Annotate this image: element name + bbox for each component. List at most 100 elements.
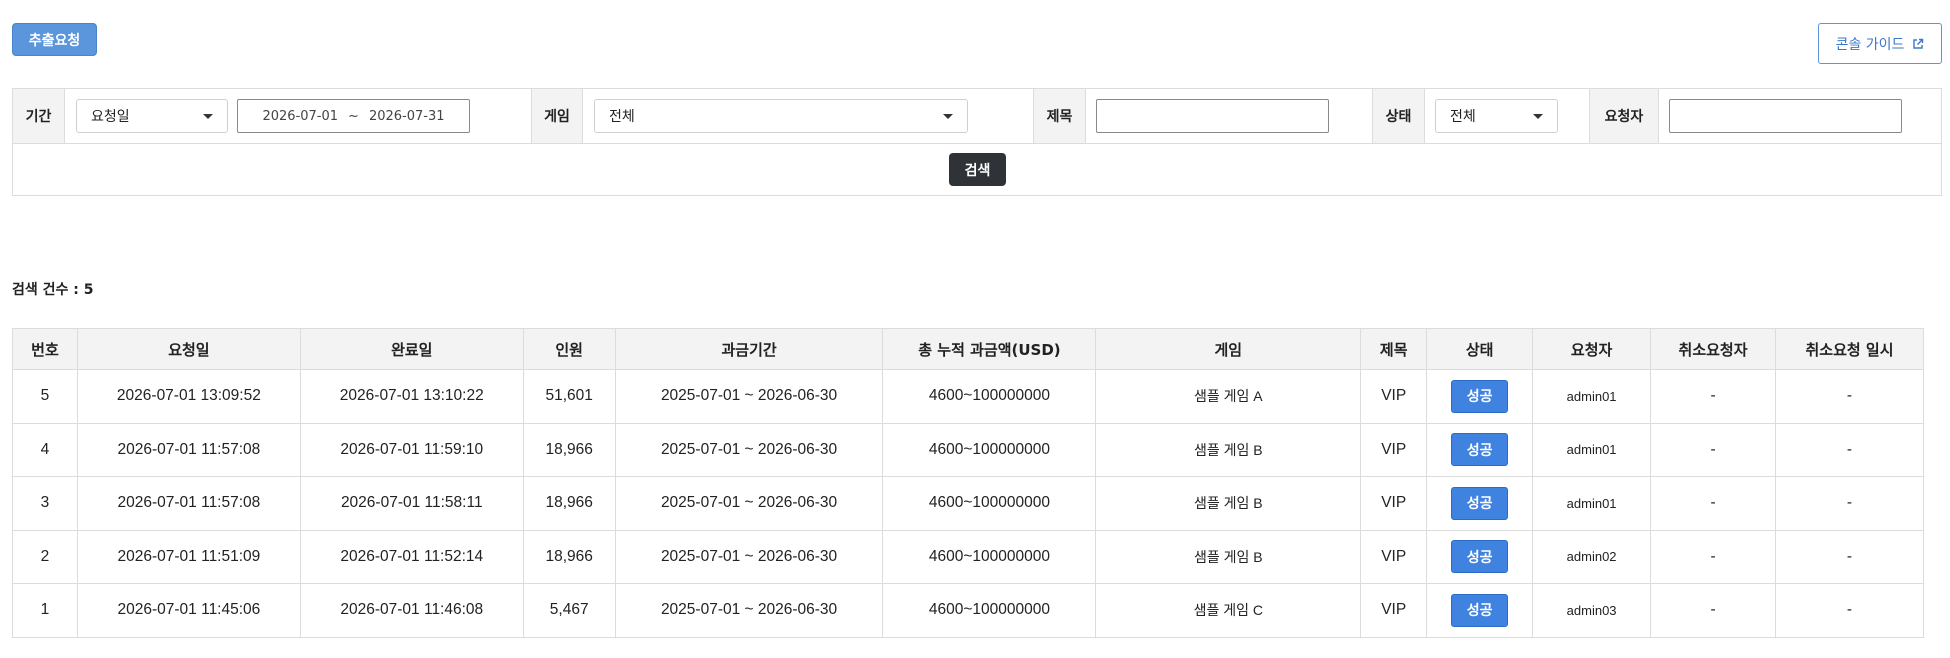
results-table: 번호 요청일 완료일 인원 과금기간 총 누적 과금액(USD) 게임 제목 상…: [12, 328, 1925, 638]
cell-amount: 4600~100000000: [882, 476, 1097, 531]
column-header-title[interactable]: 제목: [1360, 328, 1428, 370]
status-success-button[interactable]: 성공: [1451, 433, 1509, 467]
cell-period: 2025-07-01 ~ 2026-06-30: [614, 476, 884, 531]
cell-count: 51,601: [522, 369, 616, 424]
chevron-down-icon: [943, 114, 953, 119]
cell-status: 성공: [1426, 422, 1534, 477]
status-success-button[interactable]: 성공: [1451, 486, 1509, 520]
cell-cancel-by: -: [1650, 476, 1776, 531]
chevron-down-icon: [1533, 114, 1543, 119]
column-header-requested[interactable]: 요청일: [76, 328, 301, 370]
cell-count: 18,966: [522, 529, 616, 584]
external-link-icon: [1913, 38, 1924, 49]
cell-period: 2025-07-01 ~ 2026-06-30: [614, 422, 884, 477]
cell-cancel-at: -: [1774, 369, 1925, 424]
cell-requester: admin01: [1532, 476, 1652, 531]
cell-no: 1: [12, 583, 78, 638]
table-row[interactable]: 1 2026-07-01 11:45:06 2026-07-01 11:46:0…: [12, 583, 1925, 638]
cell-status: 성공: [1426, 476, 1534, 531]
cell-cancel-at: -: [1774, 422, 1925, 477]
cell-game: 샘플 게임 C: [1095, 583, 1362, 638]
cell-cancel-at: -: [1774, 476, 1925, 531]
table-row[interactable]: 3 2026-07-01 11:57:08 2026-07-01 11:58:1…: [12, 476, 1925, 531]
column-header-status[interactable]: 상태: [1426, 328, 1534, 370]
status-success-button[interactable]: 성공: [1451, 593, 1509, 627]
search-filter-panel: 기간 요청일 2026-07-01 ~ 2026-07-31 게임 전체 제목 …: [12, 88, 1942, 196]
cell-completed: 2026-07-01 11:46:08: [299, 583, 524, 638]
requester-input[interactable]: [1669, 99, 1902, 133]
cell-requester: admin02: [1532, 529, 1652, 584]
date-from: 2026-07-01: [262, 108, 339, 124]
table-row[interactable]: 5 2026-07-01 13:09:52 2026-07-01 13:10:2…: [12, 369, 1925, 424]
extract-request-button[interactable]: 추출요청: [12, 23, 97, 56]
game-label: 게임: [531, 89, 583, 143]
cell-no: 3: [12, 476, 78, 531]
cell-count: 18,966: [522, 422, 616, 477]
cell-title: VIP: [1360, 583, 1428, 638]
table-header-row: 번호 요청일 완료일 인원 과금기간 총 누적 과금액(USD) 게임 제목 상…: [12, 328, 1925, 370]
table-row[interactable]: 4 2026-07-01 11:57:08 2026-07-01 11:59:1…: [12, 422, 1925, 477]
status-select-value: 전체: [1450, 109, 1476, 125]
cell-completed: 2026-07-01 11:58:11: [299, 476, 524, 531]
requester-label: 요청자: [1589, 89, 1659, 143]
cell-game: 샘플 게임 A: [1095, 369, 1362, 424]
cell-completed: 2026-07-01 11:52:14: [299, 529, 524, 584]
game-select-value: 전체: [609, 109, 635, 125]
column-header-cancel-at[interactable]: 취소요청 일시: [1774, 328, 1925, 370]
cell-cancel-by: -: [1650, 369, 1776, 424]
date-to: 2026-07-31: [368, 108, 445, 124]
status-select[interactable]: 전체: [1435, 99, 1558, 133]
cell-requested: 2026-07-01 11:57:08: [76, 422, 301, 477]
status-success-button[interactable]: 성공: [1451, 540, 1509, 574]
cell-amount: 4600~100000000: [882, 369, 1097, 424]
search-button[interactable]: 검색: [949, 153, 1006, 186]
column-header-completed[interactable]: 완료일: [299, 328, 524, 370]
column-header-requester[interactable]: 요청자: [1532, 328, 1652, 370]
cell-title: VIP: [1360, 369, 1428, 424]
column-header-game[interactable]: 게임: [1095, 328, 1362, 370]
cell-amount: 4600~100000000: [882, 529, 1097, 584]
period-type-value: 요청일: [91, 109, 130, 125]
cell-status: 성공: [1426, 583, 1534, 638]
cell-amount: 4600~100000000: [882, 422, 1097, 477]
table-row[interactable]: 2 2026-07-01 11:51:09 2026-07-01 11:52:1…: [12, 529, 1925, 584]
period-type-select[interactable]: 요청일: [76, 99, 228, 133]
top-toolbar: 추출요청 콘솔 가이드: [0, 0, 1950, 80]
title-input[interactable]: [1096, 99, 1329, 133]
cell-completed: 2026-07-01 11:59:10: [299, 422, 524, 477]
date-separator: ~: [348, 108, 359, 124]
cell-requested: 2026-07-01 13:09:52: [76, 369, 301, 424]
column-header-count[interactable]: 인원: [522, 328, 616, 370]
period-label: 기간: [13, 89, 65, 143]
chevron-down-icon: [203, 114, 213, 119]
cell-period: 2025-07-01 ~ 2026-06-30: [614, 369, 884, 424]
cell-no: 2: [12, 529, 78, 584]
cell-requester: admin03: [1532, 583, 1652, 638]
column-header-amount[interactable]: 총 누적 과금액(USD): [882, 328, 1097, 370]
title-label: 제목: [1033, 89, 1086, 143]
column-header-no[interactable]: 번호: [12, 328, 78, 370]
cell-cancel-by: -: [1650, 422, 1776, 477]
cell-requested: 2026-07-01 11:45:06: [76, 583, 301, 638]
cell-requested: 2026-07-01 11:57:08: [76, 476, 301, 531]
cell-no: 4: [12, 422, 78, 477]
cell-title: VIP: [1360, 529, 1428, 584]
date-range-picker[interactable]: 2026-07-01 ~ 2026-07-31: [237, 99, 470, 133]
cell-game: 샘플 게임 B: [1095, 476, 1362, 531]
status-label: 상태: [1372, 89, 1425, 143]
status-success-button[interactable]: 성공: [1451, 379, 1509, 413]
console-guide-button[interactable]: 콘솔 가이드: [1818, 23, 1942, 64]
game-select[interactable]: 전체: [594, 99, 968, 133]
cell-no: 5: [12, 369, 78, 424]
column-header-cancel-by[interactable]: 취소요청자: [1650, 328, 1776, 370]
cell-title: VIP: [1360, 476, 1428, 531]
filter-row: 기간 요청일 2026-07-01 ~ 2026-07-31 게임 전체 제목 …: [13, 89, 1941, 144]
column-header-period[interactable]: 과금기간: [614, 328, 884, 370]
cell-requester: admin01: [1532, 422, 1652, 477]
cell-game: 샘플 게임 B: [1095, 529, 1362, 584]
cell-status: 성공: [1426, 529, 1534, 584]
cell-requester: admin01: [1532, 369, 1652, 424]
result-count: 검색 건수 : 5: [12, 282, 94, 298]
cell-amount: 4600~100000000: [882, 583, 1097, 638]
cell-cancel-by: -: [1650, 583, 1776, 638]
